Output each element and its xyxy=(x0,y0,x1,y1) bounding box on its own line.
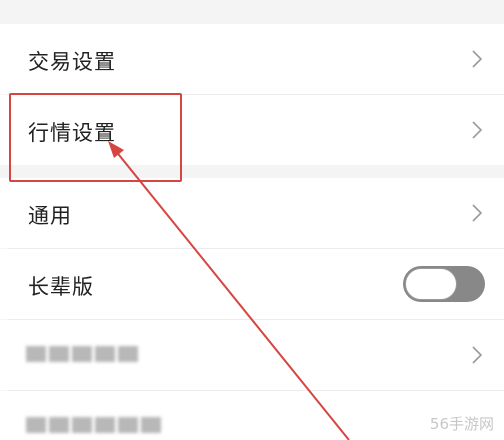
watermark: 56手游网 xyxy=(429,415,494,433)
annotation-arrow xyxy=(108,141,350,440)
